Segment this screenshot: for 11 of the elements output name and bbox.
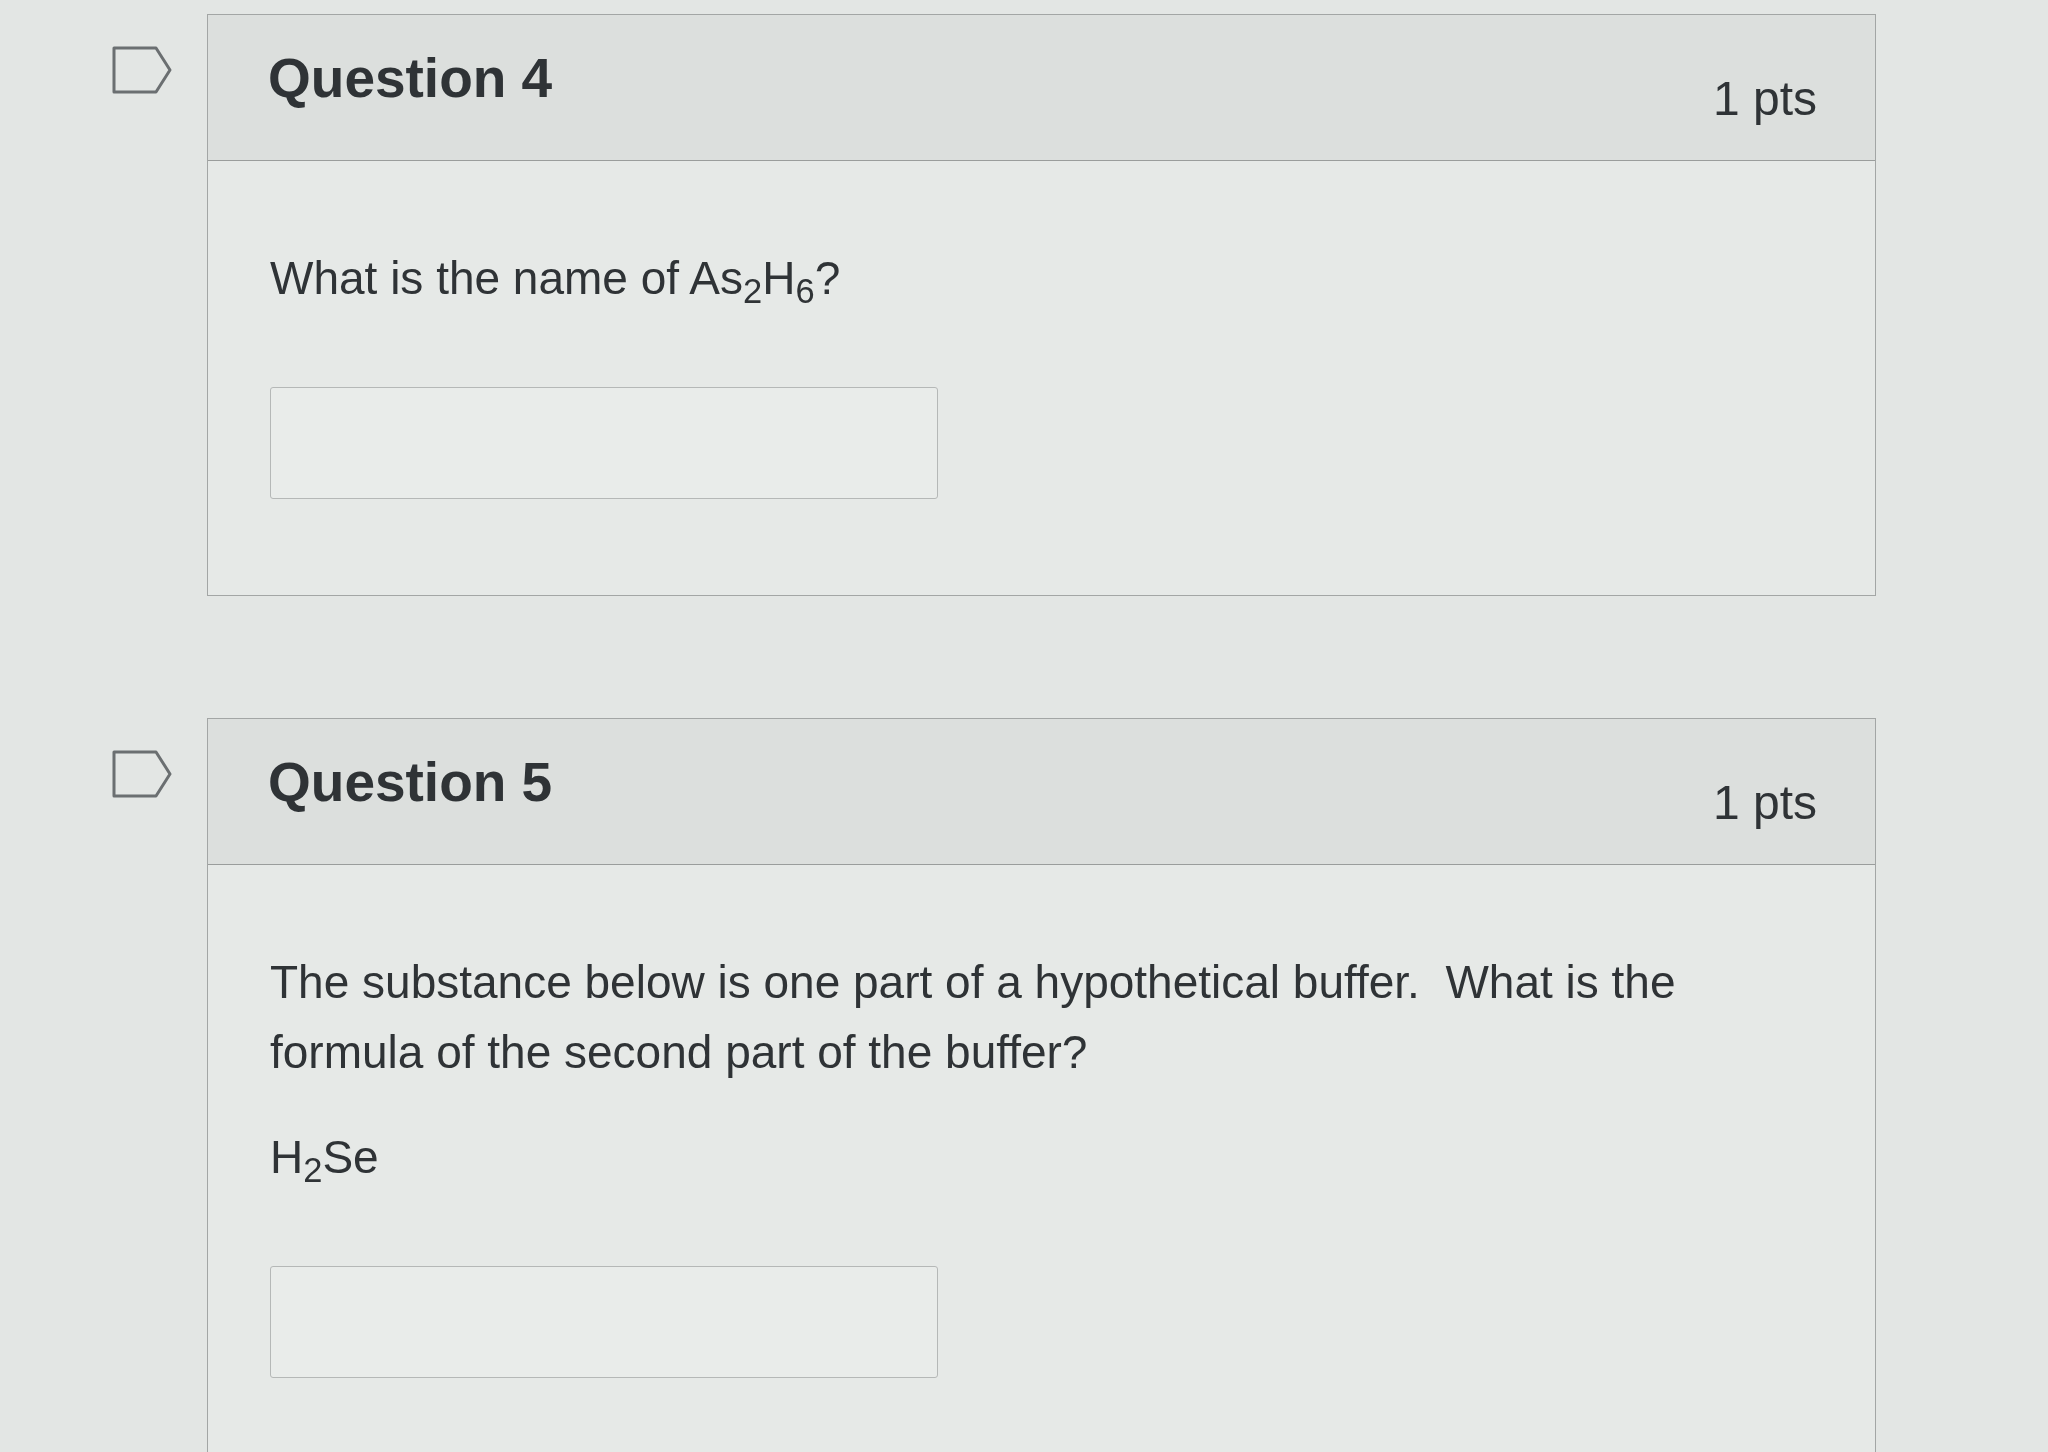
tag-icon[interactable] xyxy=(112,750,172,798)
points-label: 1 pts xyxy=(1712,71,1817,127)
question-text: What is the name of As$_{2}$H$_{6}$? xyxy=(270,251,842,312)
question-title: Question 5 xyxy=(268,750,553,814)
question-text: H$_{2}$Se xyxy=(270,1130,380,1191)
tag-icon[interactable] xyxy=(112,46,172,94)
points-label: 1 pts xyxy=(1712,775,1817,831)
answer-field[interactable] xyxy=(270,387,938,499)
question-text: The substance below is one part of a hypothetical buffer. What is the formula of the second part of the buffer? xyxy=(270,955,1677,1080)
question-title: Question 4 xyxy=(268,46,553,110)
answer-field[interactable] xyxy=(270,1266,938,1378)
